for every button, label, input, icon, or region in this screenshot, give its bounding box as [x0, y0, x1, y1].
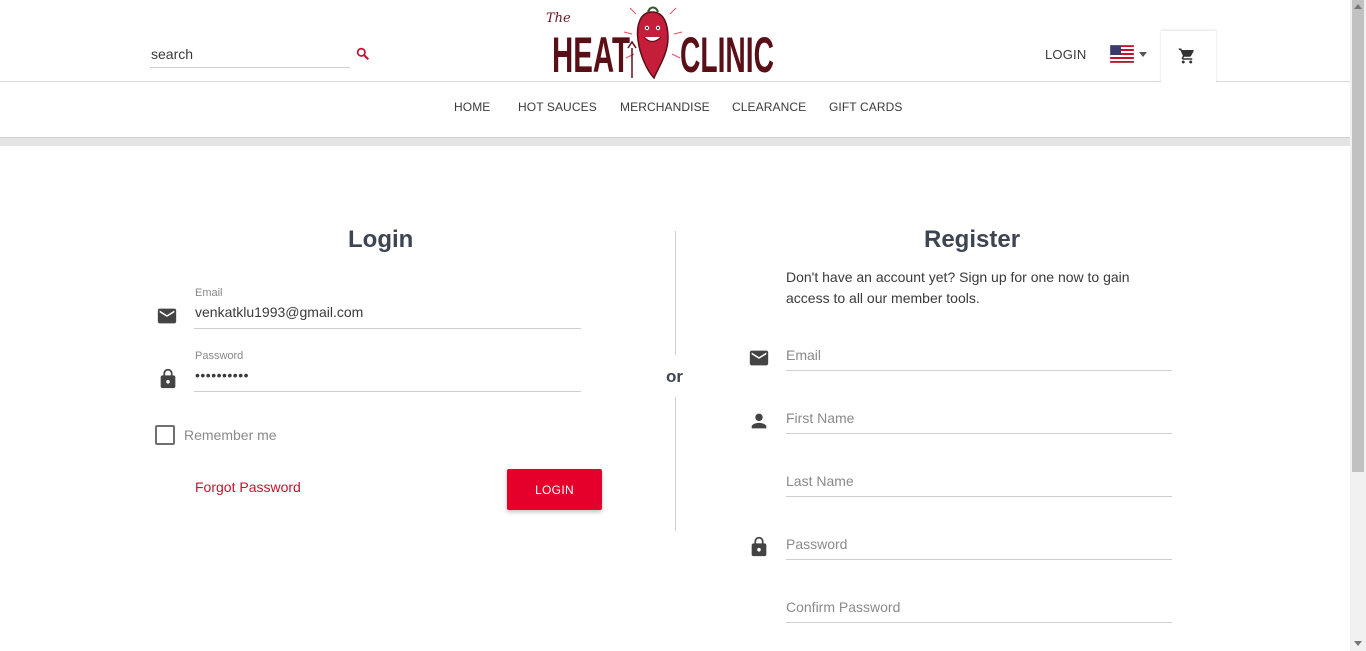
register-password-input[interactable] — [786, 534, 1172, 554]
person-icon — [751, 413, 767, 429]
site-header: The HEAT CLINIC LOGIN — [0, 0, 1350, 82]
search-input[interactable] — [150, 42, 350, 66]
login-email-label: Email — [195, 287, 223, 299]
email-icon — [749, 350, 769, 366]
forgot-password-link[interactable]: Forgot Password — [195, 479, 301, 495]
svg-text:CLINIC: CLINIC — [680, 27, 774, 80]
login-email-underline — [194, 328, 581, 329]
register-first-name-input[interactable] — [786, 408, 1172, 428]
login-submit-button[interactable]: LOGIN — [507, 469, 602, 510]
register-password-underline — [786, 559, 1172, 560]
login-title: Login — [348, 226, 414, 253]
register-email-input[interactable] — [786, 345, 1172, 365]
register-last-name-input[interactable] — [786, 471, 1172, 491]
lock-icon — [160, 368, 176, 389]
login-password-field[interactable]: •••••••••• — [195, 367, 249, 383]
header-login-link[interactable]: LOGIN — [1045, 47, 1086, 62]
nav-item-clearance[interactable]: CLEARANCE — [732, 100, 806, 114]
login-password-label: Password — [195, 350, 244, 362]
scroll-up-arrow-icon[interactable] — [1354, 4, 1362, 9]
us-flag-icon[interactable] — [1110, 45, 1134, 63]
nav-item-home[interactable]: HOME — [454, 100, 490, 114]
scrollbar-thumb[interactable] — [1352, 0, 1364, 472]
nav-item-gift-cards[interactable]: GIFT CARDS — [829, 100, 902, 114]
register-confirm-password-underline — [786, 622, 1172, 623]
svg-text:The: The — [546, 11, 571, 26]
or-divider-text: or — [666, 367, 683, 386]
scroll-down-arrow-icon[interactable] — [1354, 641, 1362, 646]
email-icon — [157, 308, 177, 324]
search-icon[interactable] — [355, 46, 371, 62]
cart-button[interactable] — [1161, 30, 1216, 82]
main-nav: HOME HOT SAUCES MERCHANDISE CLEARANCE GI… — [0, 82, 1350, 138]
register-confirm-password-input[interactable] — [786, 597, 1172, 617]
register-first-name-underline — [786, 433, 1172, 434]
register-description: Don't have an account yet? Sign up for o… — [786, 269, 1130, 306]
divider-line-bottom — [675, 397, 676, 531]
chevron-down-icon[interactable] — [1139, 52, 1147, 57]
svg-text:HEAT: HEAT — [552, 27, 630, 80]
register-title: Register — [924, 226, 1021, 253]
nav-shadow-bar — [0, 138, 1350, 146]
remember-me-checkbox[interactable] — [155, 425, 175, 445]
register-last-name-underline — [786, 496, 1172, 497]
lock-icon — [751, 536, 767, 557]
heat-clinic-logo[interactable]: The HEAT CLINIC — [544, 4, 776, 80]
shopping-cart-icon — [1178, 48, 1194, 64]
nav-item-hot-sauces[interactable]: HOT SAUCES — [518, 100, 597, 114]
search-field[interactable] — [150, 42, 350, 68]
register-email-underline — [786, 370, 1172, 371]
login-email-field[interactable]: venkatklu1993@gmail.com — [195, 304, 363, 320]
nav-item-merchandise[interactable]: MERCHANDISE — [620, 100, 710, 114]
login-password-underline — [194, 391, 581, 392]
divider-line-top — [675, 231, 676, 355]
remember-me-label: Remember me — [184, 427, 277, 443]
